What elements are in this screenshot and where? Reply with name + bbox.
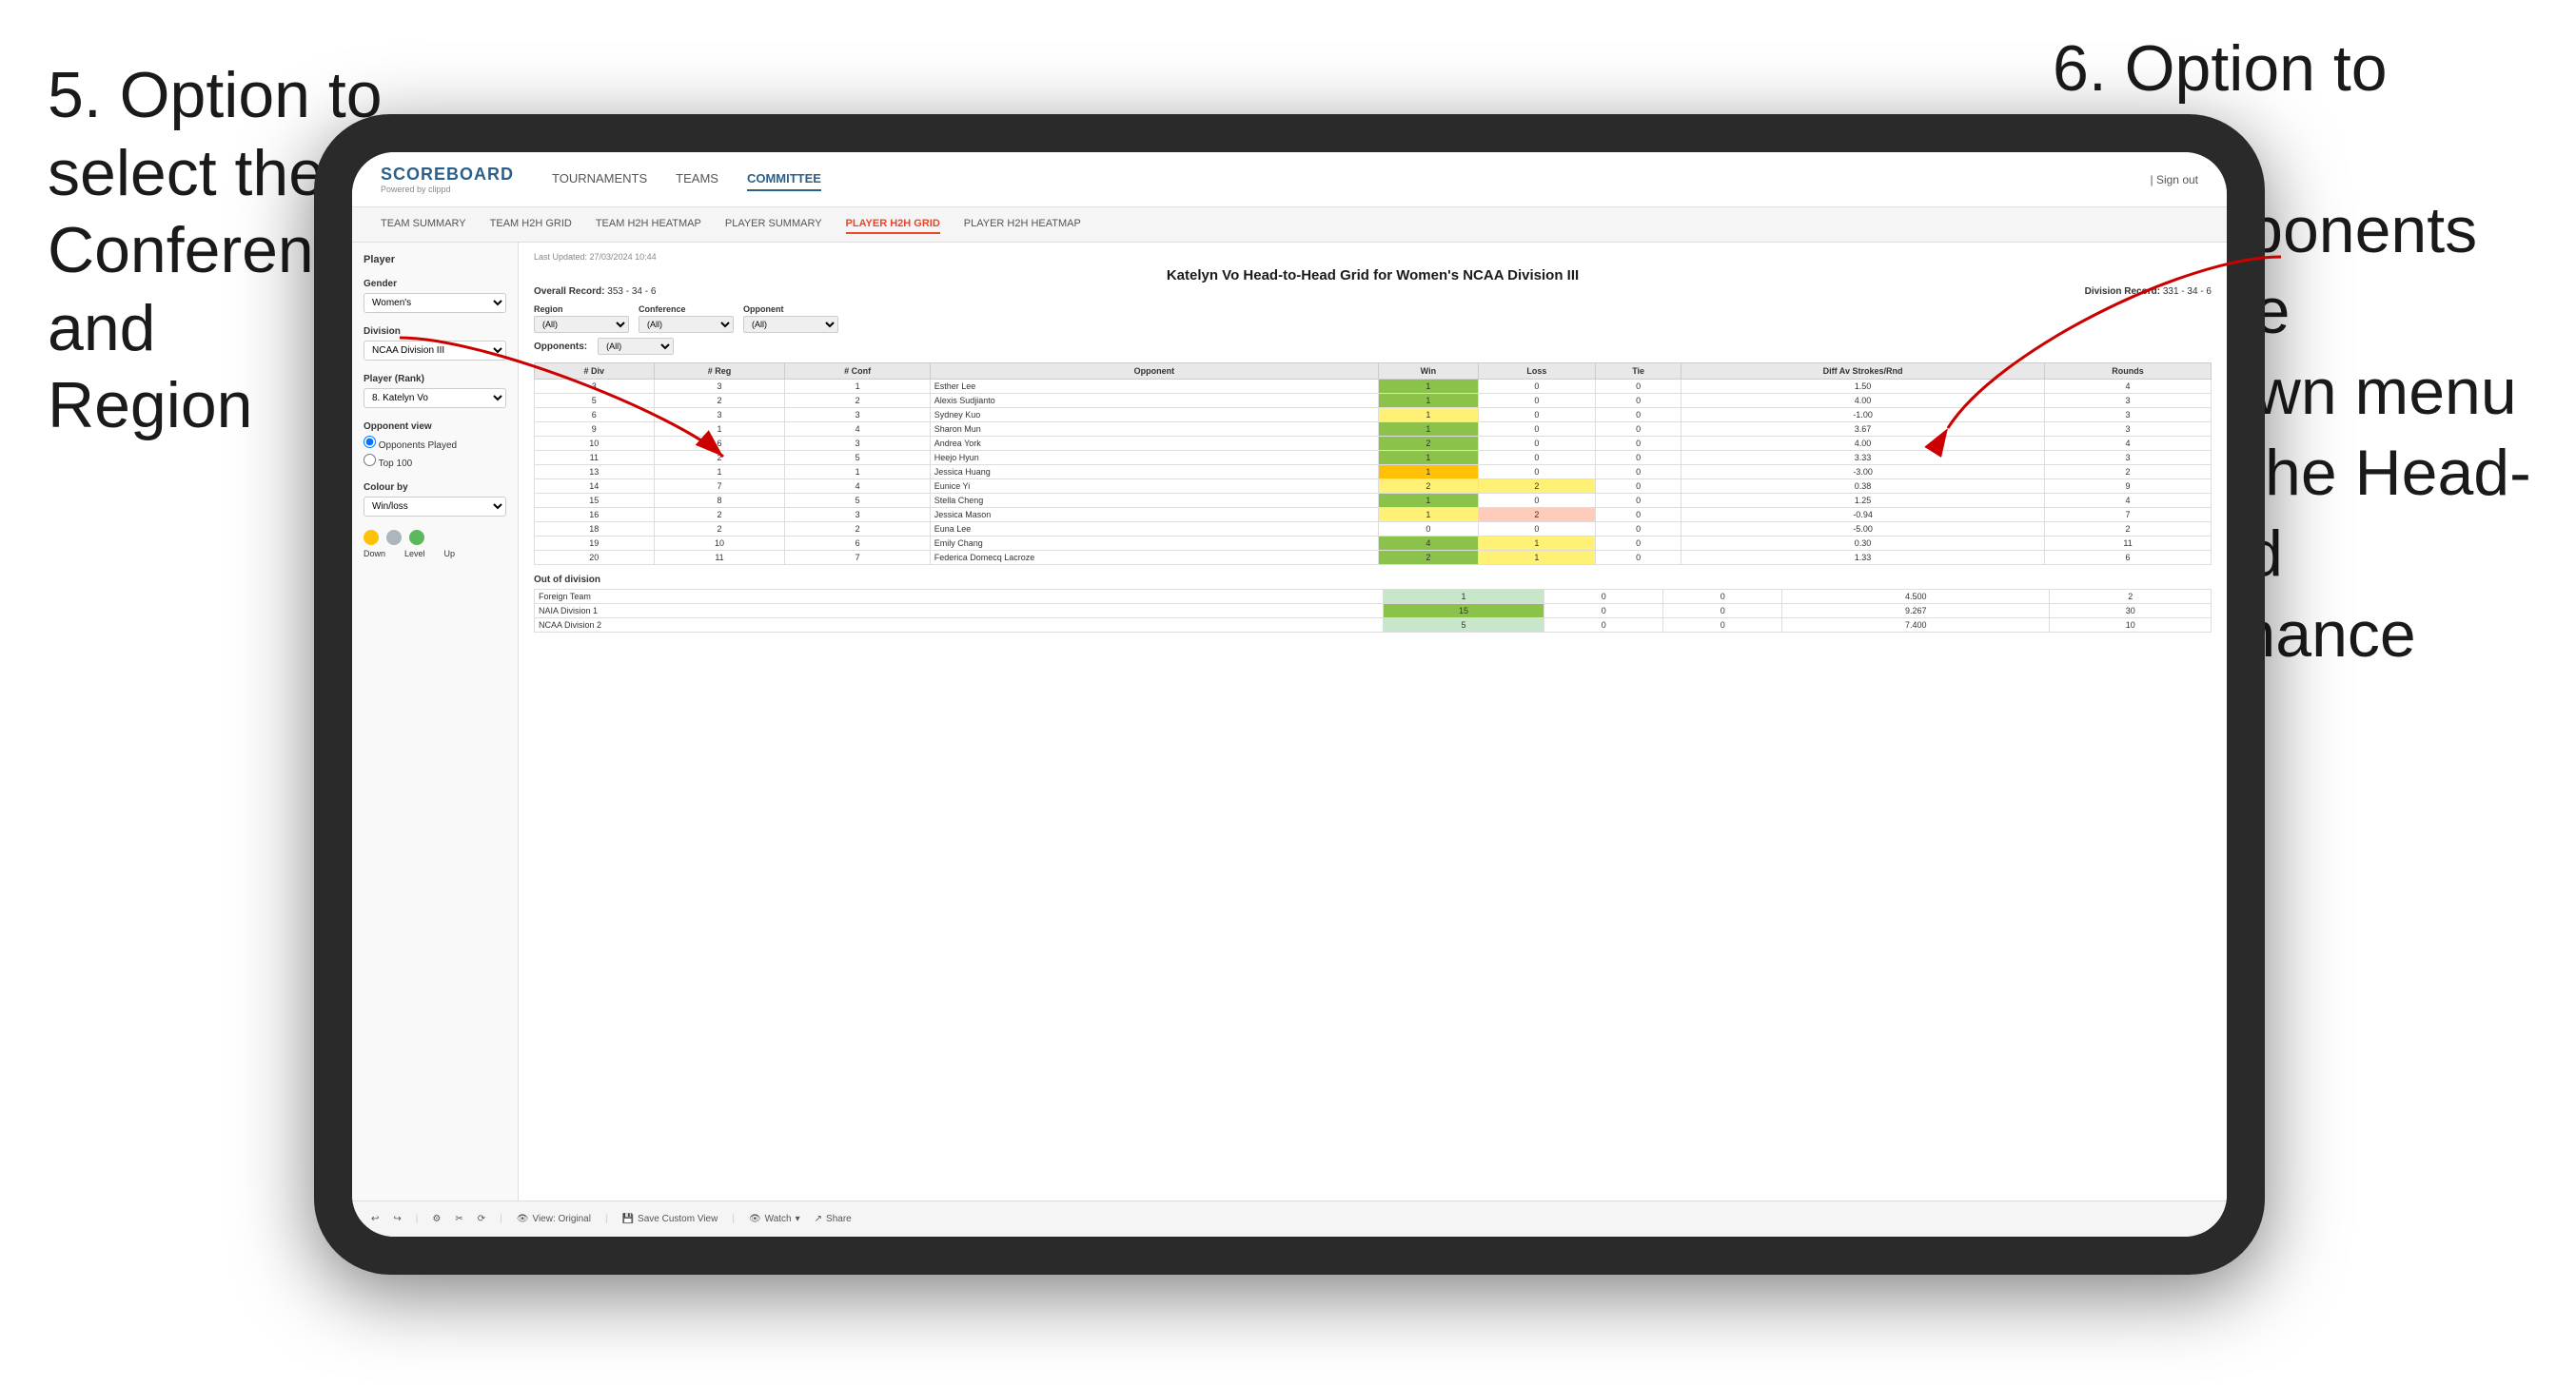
col-tie: Tie — [1596, 363, 1681, 380]
col-reg: # Reg — [654, 363, 785, 380]
opponents-inline: Opponents: (All) — [534, 338, 2212, 355]
table-row: Foreign Team 1 0 0 4.500 2 — [535, 590, 2212, 604]
share-icon: ↗ — [815, 1214, 822, 1224]
sidebar-opponent-view-section: Opponent view Opponents Played Top 100 — [364, 421, 506, 469]
sub-nav-team-summary[interactable]: TEAM SUMMARY — [381, 215, 466, 234]
tablet: SCOREBOARD Powered by clippd TOURNAMENTS… — [314, 114, 2265, 1275]
opponent-view-radio: Opponents Played Top 100 — [364, 436, 506, 469]
sidebar-colour-section: Colour by Win/loss — [364, 482, 506, 517]
col-div: # Div — [535, 363, 655, 380]
table-row: 9 1 4 Sharon Mun 1 0 0 3.67 3 — [535, 422, 2212, 437]
division-select[interactable]: NCAA Division III — [364, 341, 506, 361]
out-of-division-section: Out of division Foreign Team 1 0 0 4.500… — [534, 575, 2212, 633]
table-row: 15 8 5 Stella Cheng 1 0 0 1.25 4 — [535, 494, 2212, 508]
player-label: Player — [364, 254, 506, 265]
main-content: Player Gender Women's Division NCAA Divi… — [352, 243, 2227, 1220]
conference-filter-group: Conference (All) — [639, 304, 734, 333]
table-row: 5 2 2 Alexis Sudjianto 1 0 0 4.00 3 — [535, 394, 2212, 408]
table-row: 3 3 1 Esther Lee 1 0 0 1.50 4 — [535, 380, 2212, 394]
legend-dot-down — [364, 530, 379, 545]
table-row: 6 3 3 Sydney Kuo 1 0 0 -1.00 3 — [535, 408, 2212, 422]
color-legend-labels: Down Level Up — [364, 549, 506, 558]
share-button[interactable]: ↗ Share — [815, 1214, 852, 1224]
grid-title: Katelyn Vo Head-to-Head Grid for Women's… — [534, 267, 2212, 283]
eye-icon: 👁 — [517, 1214, 529, 1224]
records-row: Overall Record: 353 - 34 - 6 Division Re… — [534, 286, 2212, 297]
sidebar-player-section: Player — [364, 254, 506, 265]
table-row: NCAA Division 2 5 0 0 7.400 10 — [535, 618, 2212, 633]
view-original-button[interactable]: 👁 View: Original — [517, 1214, 591, 1224]
last-updated: Last Updated: 27/03/2024 10:44 — [534, 252, 2212, 262]
sign-out-link[interactable]: | Sign out — [2151, 173, 2198, 186]
table-row: 11 2 5 Heejo Hyun 1 0 0 3.33 3 — [535, 451, 2212, 465]
nav-tabs: TOURNAMENTS TEAMS COMMITTEE — [552, 167, 2151, 191]
colour-by-select[interactable]: Win/loss — [364, 497, 506, 517]
sidebar-player-rank-section: Player (Rank) 8. Katelyn Vo — [364, 374, 506, 408]
table-row: 14 7 4 Eunice Yi 2 2 0 0.38 9 — [535, 479, 2212, 494]
refresh-button[interactable]: ⟳ — [478, 1214, 485, 1224]
app-header: SCOREBOARD Powered by clippd TOURNAMENTS… — [352, 152, 2227, 207]
opponent-select[interactable]: (All) — [743, 316, 838, 333]
gender-select[interactable]: Women's — [364, 293, 506, 313]
col-win: Win — [1379, 363, 1479, 380]
color-legend — [364, 530, 506, 545]
opponent-filter-group: Opponent (All) — [743, 304, 838, 333]
undo-button[interactable]: ↩ — [371, 1214, 379, 1224]
out-of-division-table: Foreign Team 1 0 0 4.500 2 NAIA Division… — [534, 589, 2212, 633]
crop-button[interactable]: ✂ — [455, 1214, 462, 1224]
sidebar-legend-section: Down Level Up — [364, 530, 506, 558]
logo-sub: Powered by clippd — [381, 185, 514, 194]
filter-row: Region (All) Conference (All) — [534, 304, 2212, 333]
table-row: 10 6 3 Andrea York 2 0 0 4.00 4 — [535, 437, 2212, 451]
table-row: NAIA Division 1 15 0 0 9.267 30 — [535, 604, 2212, 618]
nav-tab-teams[interactable]: TEAMS — [676, 167, 718, 191]
save-icon: 💾 — [622, 1214, 634, 1224]
grid-area: Last Updated: 27/03/2024 10:44 Katelyn V… — [519, 243, 2227, 1220]
table-row: 20 11 7 Federica Domecq Lacroze 2 1 0 1.… — [535, 551, 2212, 565]
sub-nav-player-h2h-grid[interactable]: PLAYER H2H GRID — [846, 215, 940, 234]
watch-icon: 👁 — [749, 1214, 761, 1224]
table-row: 18 2 2 Euna Lee 0 0 0 -5.00 2 — [535, 522, 2212, 537]
table-row: 19 10 6 Emily Chang 4 1 0 0.30 11 — [535, 537, 2212, 551]
save-custom-view-button[interactable]: 💾 Save Custom View — [622, 1214, 718, 1224]
opponent-view-label: Opponent view — [364, 421, 506, 432]
tablet-screen: SCOREBOARD Powered by clippd TOURNAMENTS… — [352, 152, 2227, 1237]
logo-text: SCOREBOARD — [381, 165, 514, 185]
nav-tab-tournaments[interactable]: TOURNAMENTS — [552, 167, 647, 191]
player-rank-label: Player (Rank) — [364, 374, 506, 384]
table-row: 16 2 3 Jessica Mason 1 2 0 -0.94 7 — [535, 508, 2212, 522]
sidebar: Player Gender Women's Division NCAA Divi… — [352, 243, 519, 1220]
region-select[interactable]: (All) — [534, 316, 629, 333]
col-rounds: Rounds — [2045, 363, 2212, 380]
sidebar-division-section: Division NCAA Division III — [364, 326, 506, 361]
sub-nav-player-summary[interactable]: PLAYER SUMMARY — [725, 215, 822, 234]
filter-section: Region (All) Conference (All) — [534, 304, 2212, 355]
nav-tab-committee[interactable]: COMMITTEE — [747, 167, 821, 191]
col-opponent: Opponent — [930, 363, 1378, 380]
sidebar-gender-section: Gender Women's — [364, 279, 506, 313]
bottom-toolbar: ↩ ↪ | ⚙ ✂ ⟳ | 👁 View: Original | 💾 — [352, 1201, 2227, 1237]
conference-select[interactable]: (All) — [639, 316, 734, 333]
colour-by-label: Colour by — [364, 482, 506, 493]
sub-nav-team-h2h-grid[interactable]: TEAM H2H GRID — [490, 215, 572, 234]
main-data-table: # Div # Reg # Conf Opponent Win Loss Tie… — [534, 362, 2212, 565]
table-row: 13 1 1 Jessica Huang 1 0 0 -3.00 2 — [535, 465, 2212, 479]
settings-button[interactable]: ⚙ — [432, 1214, 441, 1224]
region-filter-group: Region (All) — [534, 304, 629, 333]
legend-dot-level — [386, 530, 402, 545]
legend-dot-up — [409, 530, 424, 545]
watch-button[interactable]: 👁 Watch ▾ — [749, 1214, 800, 1224]
redo-button[interactable]: ↪ — [393, 1214, 401, 1224]
sub-nav-player-h2h-heatmap[interactable]: PLAYER H2H HEATMAP — [964, 215, 1081, 234]
sub-nav: TEAM SUMMARY TEAM H2H GRID TEAM H2H HEAT… — [352, 207, 2227, 243]
col-conf: # Conf — [785, 363, 930, 380]
col-loss: Loss — [1478, 363, 1596, 380]
sub-nav-team-h2h-heatmap[interactable]: TEAM H2H HEATMAP — [596, 215, 701, 234]
player-rank-select[interactable]: 8. Katelyn Vo — [364, 388, 506, 408]
logo-area: SCOREBOARD Powered by clippd — [381, 165, 514, 194]
col-diff: Diff Av Strokes/Rnd — [1681, 363, 2045, 380]
division-label: Division — [364, 326, 506, 337]
opponents-dropdown[interactable]: (All) — [598, 338, 674, 355]
gender-label: Gender — [364, 279, 506, 289]
